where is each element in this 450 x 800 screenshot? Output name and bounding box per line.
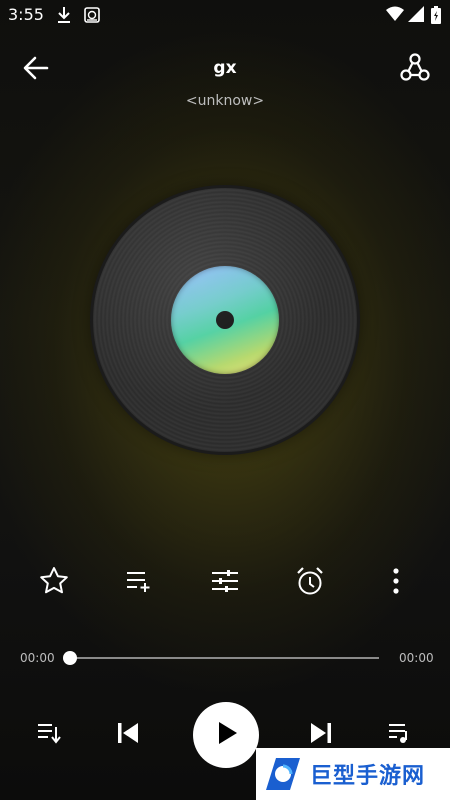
previous-button[interactable] (108, 713, 148, 757)
song-artist: <unknow> (185, 93, 265, 109)
total-time: 00:00 (399, 651, 434, 665)
disc-center-hole (216, 311, 234, 329)
equalizer-button[interactable] (205, 563, 245, 603)
share-button[interactable] (397, 50, 433, 86)
status-bar: 3:55 (0, 0, 450, 30)
status-time: 3:55 (8, 5, 44, 24)
current-time: 00:00 (20, 651, 55, 665)
vinyl-disc-artwork (93, 188, 357, 452)
song-title: gx (213, 58, 237, 78)
skip-next-icon (307, 719, 335, 751)
equalizer-icon (210, 568, 240, 598)
signal-icon (408, 6, 424, 26)
favorite-button[interactable] (34, 563, 74, 603)
watermark-badge: 巨型手游网 (256, 748, 450, 800)
more-options-button[interactable] (376, 563, 416, 603)
queue-button[interactable] (29, 713, 69, 757)
watermark-text: 巨型手游网 (310, 764, 426, 789)
wifi-icon (386, 6, 404, 26)
play-icon (211, 718, 241, 752)
add-to-playlist-button[interactable] (119, 563, 159, 603)
lyrics-icon (387, 721, 413, 749)
playlist-add-icon (124, 568, 154, 598)
alarm-icon (294, 565, 326, 601)
share-icon (397, 53, 433, 90)
watermark-logo-icon (262, 754, 304, 794)
star-icon (38, 565, 70, 601)
disc-label (171, 266, 279, 374)
skip-previous-icon (114, 719, 142, 751)
play-pause-button[interactable] (193, 702, 259, 768)
seek-bar[interactable] (70, 657, 379, 659)
battery-charging-icon (431, 6, 441, 28)
seek-thumb[interactable] (63, 651, 77, 665)
sd-card-icon (83, 6, 101, 28)
download-icon (56, 6, 72, 28)
more-vert-icon (392, 567, 400, 599)
sleep-timer-button[interactable] (290, 563, 330, 603)
queue-icon (36, 721, 62, 749)
